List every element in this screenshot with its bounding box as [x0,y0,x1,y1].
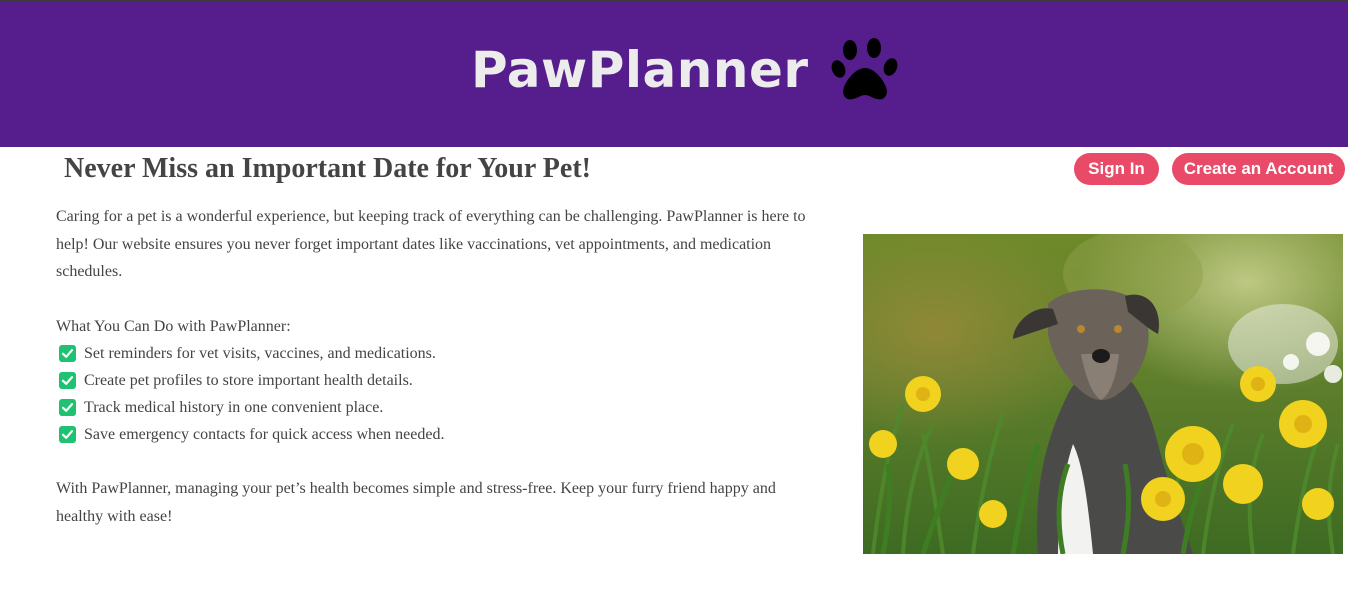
intro-paragraph: Caring for a pet is a wonderful experien… [56,208,806,280]
site-header: PawPlanner [0,0,1348,147]
feature-item: Save emergency contacts for quick access… [56,421,806,448]
feature-text: Set reminders for vet visits, vaccines, … [84,344,436,362]
feature-item: Create pet profiles to store important h… [56,367,806,394]
feature-text: Save emergency contacts for quick access… [84,425,445,443]
feature-text: Track medical history in one convenient … [84,398,384,416]
brand[interactable]: PawPlanner [471,37,899,103]
main-content: Caring for a pet is a wonderful experien… [56,203,806,530]
paw-print-icon [831,38,897,100]
feature-text: Create pet profiles to store important h… [84,371,413,389]
feature-item: Set reminders for vet visits, vaccines, … [56,340,806,367]
check-icon [59,372,76,389]
feature-list: Set reminders for vet visits, vaccines, … [56,340,806,448]
check-icon [59,345,76,362]
closing-paragraph: With PawPlanner, managing your pet’s hea… [56,480,776,525]
check-icon [59,426,76,443]
feature-item: Track medical history in one convenient … [56,394,806,421]
brand-name: PawPlanner [471,41,809,99]
create-account-button[interactable]: Create an Account [1172,153,1345,185]
dog-photo [863,234,1343,554]
features-title: What You Can Do with PawPlanner: [56,317,291,335]
page-headline: Never Miss an Important Date for Your Pe… [64,153,591,184]
check-icon [59,399,76,416]
sign-in-button[interactable]: Sign In [1074,153,1159,185]
